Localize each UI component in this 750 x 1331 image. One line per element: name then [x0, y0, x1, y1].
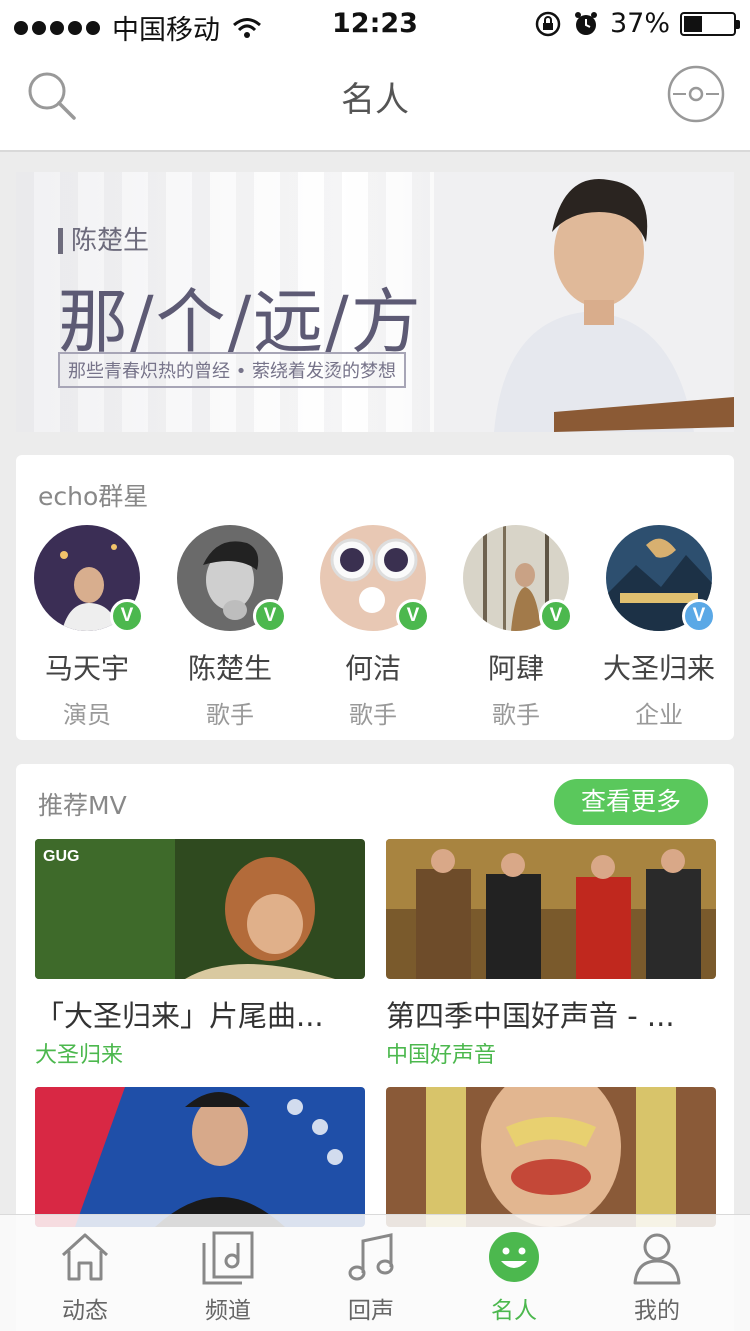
rotation-lock-icon — [535, 11, 561, 36]
smile-icon — [489, 1232, 539, 1282]
star-item[interactable]: V 何洁 歌手 — [318, 525, 430, 730]
avatar[interactable]: V — [606, 525, 716, 633]
avatar[interactable]: V — [34, 525, 144, 633]
alarm-icon — [574, 11, 597, 35]
verified-badge: V — [396, 599, 430, 633]
tab-label: 回声 — [348, 1298, 394, 1324]
verified-badge: V — [110, 599, 144, 633]
person-icon — [633, 1233, 681, 1285]
status-bar: 中国移动 12:23 37% — [0, 0, 750, 48]
mv-item[interactable]: 第四季中国好声音 - ... 中国好声音 — [386, 839, 716, 1069]
channel-icon — [202, 1231, 254, 1285]
tab-label: 动态 — [62, 1298, 108, 1324]
mv-thumbnail[interactable] — [386, 1087, 716, 1227]
star-name: 马天宇 — [44, 652, 129, 685]
mv-heading: 推荐MV — [38, 791, 127, 820]
page-title: 名人 — [341, 80, 409, 120]
status-right: 37% — [534, 8, 740, 39]
view-more-button[interactable]: 查看更多 — [554, 779, 708, 825]
avatar[interactable]: V — [177, 525, 287, 633]
tab-bar: 动态 频道 回声 名人 我的 — [0, 1214, 750, 1331]
mv-title: 第四季中国好声音 - ... — [386, 999, 675, 1033]
featured-banner[interactable]: 陈楚生 那/个/远/方 那些青春炽热的曾经 • 萦绕着发烫的梦想 — [16, 172, 734, 432]
star-item[interactable]: V 阿肆 歌手 — [461, 525, 573, 730]
star-name: 何洁 — [344, 652, 401, 685]
stars-heading: echo群星 — [38, 482, 149, 511]
disc-icon[interactable] — [666, 64, 726, 124]
mv-thumbnail[interactable] — [386, 839, 716, 979]
banner-subtitle: 那些青春炽热的曾经 • 萦绕着发烫的梦想 — [58, 352, 407, 388]
star-role: 歌手 — [349, 701, 397, 729]
mv-tag[interactable]: 大圣归来 — [35, 1037, 365, 1069]
star-item[interactable]: V 陈楚生 歌手 — [175, 525, 287, 730]
verified-badge: V — [253, 599, 287, 633]
star-name: 陈楚生 — [187, 652, 272, 685]
mv-title: 「大圣归来」片尾曲... — [35, 999, 324, 1033]
star-role: 歌手 — [492, 701, 540, 729]
music-note-icon — [348, 1233, 394, 1281]
banner-artist-photo — [434, 172, 734, 432]
star-item[interactable]: V 马天宇 演员 — [32, 525, 144, 730]
mv-tag[interactable]: 中国好声音 — [386, 1037, 716, 1069]
tab-echo[interactable]: 回声 — [311, 1229, 431, 1325]
verified-badge: V — [682, 599, 716, 633]
avatar[interactable]: V — [320, 525, 430, 633]
battery-icon — [680, 11, 740, 36]
tab-channel[interactable]: 频道 — [168, 1229, 288, 1325]
tab-dynamics[interactable]: 动态 — [25, 1229, 145, 1325]
star-item[interactable]: V 大圣归来 企业 — [603, 525, 716, 730]
star-role: 企业 — [635, 701, 683, 729]
home-icon — [61, 1233, 109, 1281]
tab-label: 频道 — [205, 1298, 251, 1324]
battery-percent: 37% — [609, 8, 670, 39]
tab-label: 我的 — [634, 1298, 680, 1324]
mv-thumbnail[interactable] — [35, 1087, 365, 1227]
star-role: 歌手 — [206, 701, 254, 729]
battery-fill — [684, 15, 702, 32]
star-role: 演员 — [63, 701, 111, 729]
banner-artist: 陈楚生 — [58, 228, 149, 254]
tab-label: 名人 — [491, 1298, 537, 1324]
verified-badge: V — [539, 599, 573, 633]
avatar[interactable]: V — [463, 525, 573, 633]
star-name: 阿肆 — [487, 652, 544, 685]
tab-mine[interactable]: 我的 — [597, 1229, 717, 1325]
mv-item[interactable]: GUG 「大圣归来」片尾曲... 大圣归来 — [35, 839, 365, 1069]
stars-card: echo群星 V 马天宇 演员 V 陈楚生 歌手 V 何洁 歌手 V 阿肆 歌手… — [16, 455, 734, 740]
mv-thumbnail[interactable]: GUG — [35, 839, 365, 979]
tab-celebrity[interactable]: 名人 — [454, 1229, 574, 1325]
svg-text:GUG: GUG — [43, 848, 79, 865]
star-name: 大圣归来 — [602, 652, 715, 685]
nav-bar: 名人 — [0, 48, 750, 152]
